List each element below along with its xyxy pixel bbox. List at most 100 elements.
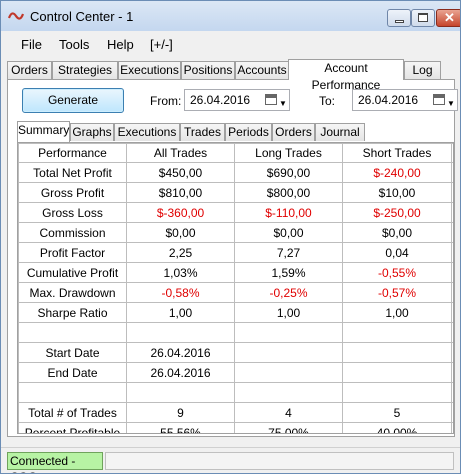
minimize-button[interactable] <box>387 9 411 27</box>
menu-help[interactable]: Help <box>107 37 134 52</box>
table-row[interactable]: Percent Profitable 55,56% 75,00% 40,00% <box>18 422 453 433</box>
subtab-summary[interactable]: Summary <box>17 121 70 142</box>
metric-label: End Date <box>18 362 127 383</box>
table-cell <box>342 382 452 403</box>
generate-button[interactable]: Generate <box>22 88 124 113</box>
table-cell <box>126 382 235 403</box>
subtab-journal[interactable]: Journal <box>315 123 365 141</box>
table-row[interactable] <box>18 322 453 343</box>
subtab-periods[interactable]: Periods <box>225 123 272 141</box>
metric-label <box>18 322 127 343</box>
column-header[interactable]: Long Trades <box>234 143 343 163</box>
table-row[interactable]: Start Date 26.04.2016 <box>18 342 453 363</box>
metric-label: Gross Profit <box>18 182 127 203</box>
table-cell: -0,25% <box>234 282 343 303</box>
table-row[interactable]: Commission $0,00 $0,00 $0,00 <box>18 222 453 243</box>
chevron-down-icon[interactable]: ▼ <box>447 94 455 114</box>
table-cell: $690,00 <box>234 162 343 183</box>
table-cell: 1,59% <box>234 262 343 283</box>
table-cell-filler <box>451 382 453 403</box>
table-cell: $810,00 <box>126 182 235 203</box>
tab-log[interactable]: Log <box>404 61 441 79</box>
to-label: To: <box>319 94 336 108</box>
connection-status: Connected - CQG <box>7 452 103 473</box>
table-row[interactable]: Total # of Trades 9 4 5 <box>18 402 453 423</box>
table-cell <box>234 362 343 383</box>
subtab-executions[interactable]: Executions <box>114 123 180 141</box>
close-button[interactable]: ✕ <box>436 9 460 27</box>
metric-label: Total Net Profit <box>18 162 127 183</box>
tab-accounts[interactable]: Accounts <box>235 61 289 79</box>
tab-positions[interactable]: Positions <box>181 61 235 79</box>
column-header[interactable]: All Trades <box>126 143 235 163</box>
table-row[interactable]: Cumulative Profit 1,03% 1,59% -0,55% <box>18 262 453 283</box>
chevron-down-icon[interactable]: ▼ <box>279 94 287 114</box>
subtab-orders[interactable]: Orders <box>272 123 315 141</box>
table-cell: -0,55% <box>342 262 452 283</box>
table-cell: 26.04.2016 <box>126 342 235 363</box>
minimize-icon <box>395 20 404 23</box>
table-row[interactable]: End Date 26.04.2016 <box>18 362 453 383</box>
title-bar[interactable]: Control Center - 1 ✕ <box>1 1 460 31</box>
metric-label: Total # of Trades <box>18 402 127 423</box>
calendar-icon[interactable] <box>433 94 445 105</box>
table-cell-filler <box>451 322 453 343</box>
table-row[interactable]: Sharpe Ratio 1,00 1,00 1,00 <box>18 302 453 323</box>
table-cell <box>234 342 343 363</box>
tab-strategies[interactable]: Strategies <box>52 61 118 79</box>
metric-label: Sharpe Ratio <box>18 302 127 323</box>
table-cell: $-240,00 <box>342 162 452 183</box>
table-cell <box>234 382 343 403</box>
menu-bar: File Tools Help [+/-] <box>1 32 460 56</box>
metric-label: Max. Drawdown <box>18 282 127 303</box>
table-cell-filler <box>451 342 453 363</box>
table-row[interactable]: Profit Factor 2,25 7,27 0,04 <box>18 242 453 263</box>
metric-label: Profit Factor <box>18 242 127 263</box>
table-cell: $-110,00 <box>234 202 343 223</box>
table-row[interactable]: Gross Profit $810,00 $800,00 $10,00 <box>18 182 453 203</box>
from-date-value: 26.04.2016 <box>190 93 251 107</box>
table-cell <box>126 322 235 343</box>
table-cell-filler <box>451 222 453 243</box>
table-cell-filler <box>451 242 453 263</box>
tab-executions[interactable]: Executions <box>118 61 181 79</box>
menu-toggle[interactable]: [+/-] <box>150 37 173 52</box>
from-label: From: <box>150 94 182 108</box>
table-cell: 0,04 <box>342 242 452 263</box>
performance-grid[interactable]: Performance All Trades Long Trades Short… <box>17 142 454 434</box>
control-center-window: Control Center - 1 ✕ File Tools Help [+/… <box>0 0 461 474</box>
table-cell-filler <box>451 162 453 183</box>
menu-file[interactable]: File <box>21 37 42 52</box>
tab-orders[interactable]: Orders <box>7 61 52 79</box>
metric-label: Commission <box>18 222 127 243</box>
menu-tools[interactable]: Tools <box>59 37 89 52</box>
table-cell-filler <box>451 182 453 203</box>
table-cell: $-250,00 <box>342 202 452 223</box>
table-cell: 1,00 <box>126 302 235 323</box>
calendar-icon[interactable] <box>265 94 277 105</box>
table-row[interactable] <box>18 382 453 403</box>
table-cell: 1,00 <box>342 302 452 323</box>
from-date-picker[interactable]: 26.04.2016 ▼ <box>184 89 290 111</box>
app-logo-icon <box>8 12 24 20</box>
table-row[interactable]: Max. Drawdown -0,58% -0,25% -0,57% <box>18 282 453 303</box>
table-cell: 26.04.2016 <box>126 362 235 383</box>
metric-label: Start Date <box>18 342 127 363</box>
to-date-value: 26.04.2016 <box>358 93 419 107</box>
metric-label: Percent Profitable <box>18 422 127 433</box>
table-cell: $10,00 <box>342 182 452 203</box>
subtab-trades[interactable]: Trades <box>180 123 225 141</box>
table-cell: 55,56% <box>126 422 235 433</box>
table-row[interactable]: Gross Loss $-360,00 $-110,00 $-250,00 <box>18 202 453 223</box>
table-cell: $-360,00 <box>126 202 235 223</box>
table-row[interactable]: Total Net Profit $450,00 $690,00 $-240,00 <box>18 162 453 183</box>
subtab-graphs[interactable]: Graphs <box>70 123 114 141</box>
tab-account-performance[interactable]: Account Performance <box>288 59 404 92</box>
status-message-area <box>105 452 454 470</box>
column-header[interactable]: Short Trades <box>342 143 452 163</box>
vertical-scrollbar[interactable] <box>455 142 460 434</box>
table-cell: 75,00% <box>234 422 343 433</box>
maximize-button[interactable] <box>411 9 435 27</box>
column-header[interactable]: Performance <box>18 143 127 163</box>
table-cell: $0,00 <box>342 222 452 243</box>
